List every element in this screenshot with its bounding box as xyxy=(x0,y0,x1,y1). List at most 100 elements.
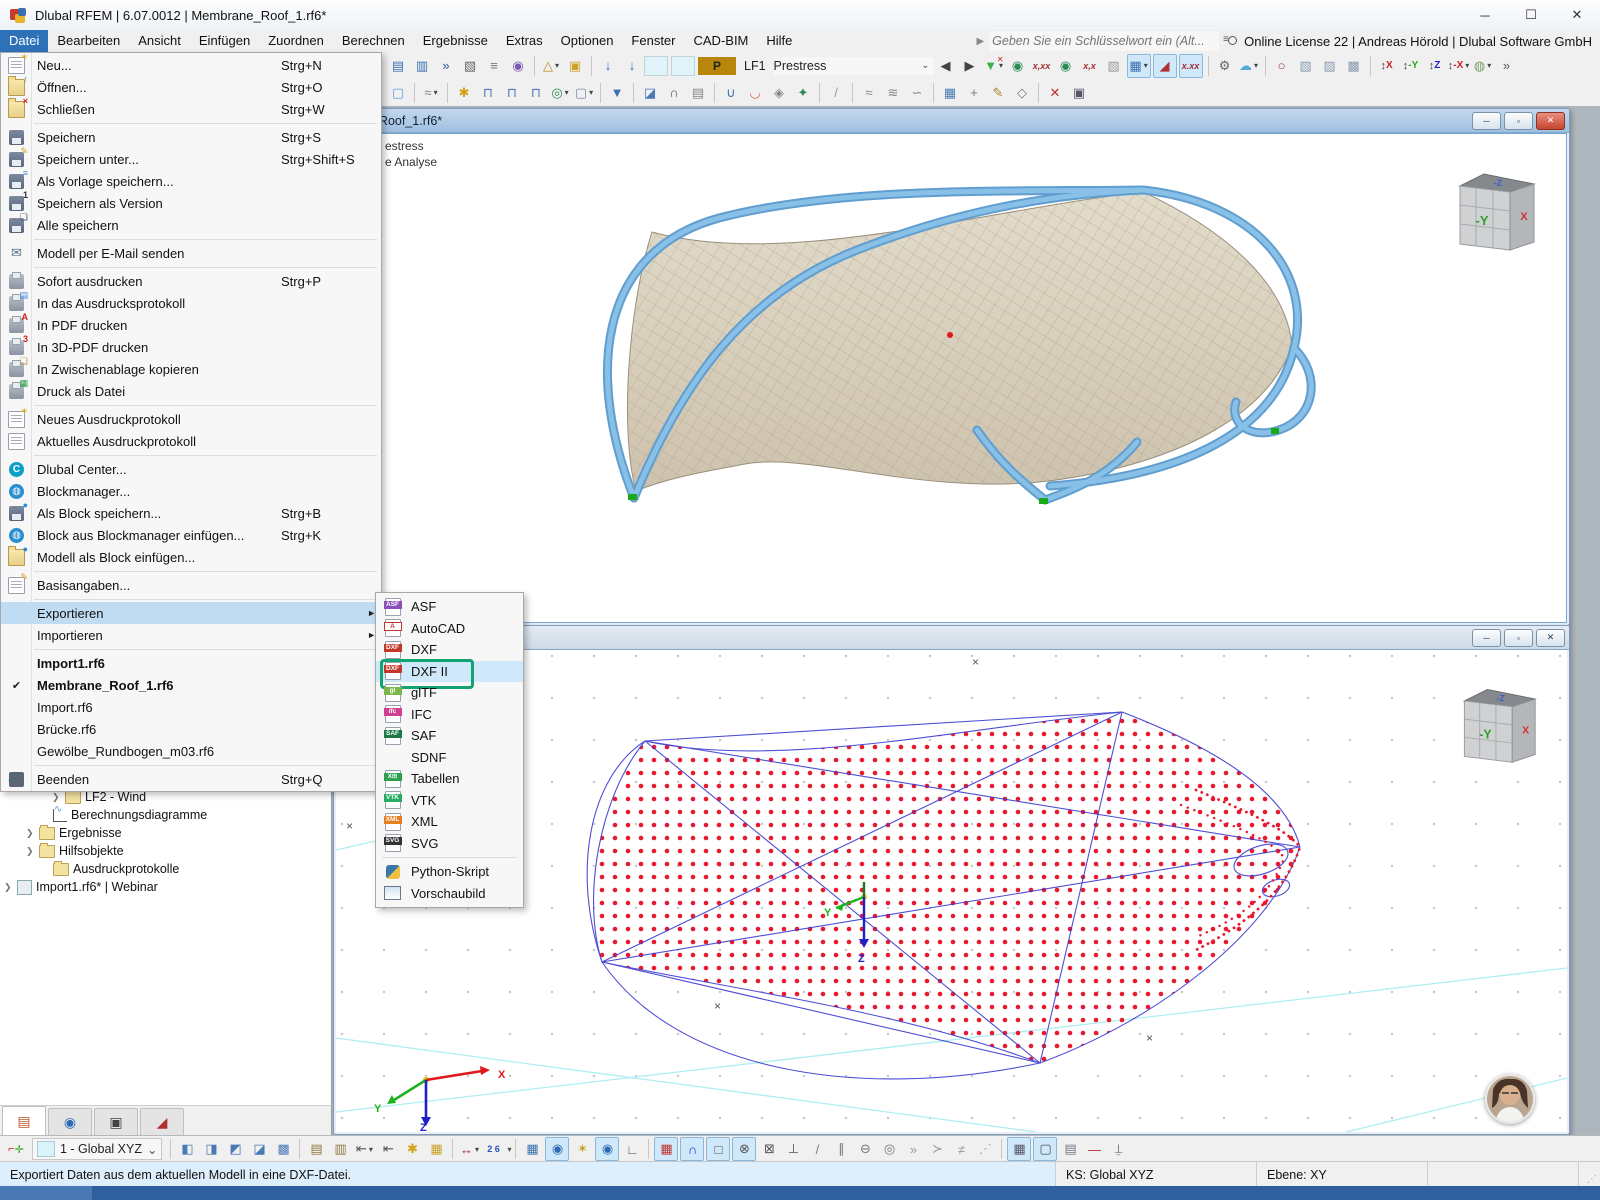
expand-arrow-icon[interactable]: ❯ xyxy=(4,882,13,893)
menu-item-modell-als-block-einfuegen[interactable]: Modell als Block einfügen... xyxy=(1,546,381,568)
menu-item-in-pdf-drucken[interactable]: In PDF drucken xyxy=(1,314,381,336)
view-z-icon[interactable]: ↕Z xyxy=(1424,55,1446,77)
loadcase-combobox[interactable]: Prestress⌄ xyxy=(774,57,934,75)
expand-arrow-icon[interactable]: ❯ xyxy=(26,846,35,857)
menubar-item-fenster[interactable]: Fenster xyxy=(622,30,684,52)
export-vorschaubild[interactable]: Vorschaubild xyxy=(376,883,523,905)
menu-item-als-block-speichern[interactable]: Als Block speichern...Strg+B xyxy=(1,502,381,524)
protocol-icon[interactable]: ≡ xyxy=(483,55,505,77)
menu-item-blockmanager[interactable]: ◍Blockmanager... xyxy=(1,480,381,502)
smooth-1-icon[interactable]: ≈ xyxy=(858,82,880,104)
new-block-icon[interactable]: ▢ xyxy=(387,82,409,104)
member-icon[interactable]: ⊓ xyxy=(477,82,499,104)
viewport2-restore-button[interactable]: ▫ xyxy=(1504,629,1533,647)
edit-view-icon[interactable]: ▨ xyxy=(1319,55,1341,77)
panel-icon[interactable]: ▧ xyxy=(1103,55,1125,77)
menubar-item-datei[interactable]: Datei xyxy=(0,30,48,52)
menubar-item-extras[interactable]: Extras xyxy=(497,30,552,52)
snapshot-icon[interactable]: ▣ xyxy=(1068,82,1090,104)
printout-report-icon[interactable]: ▥ xyxy=(411,55,433,77)
node-icon[interactable]: ✱ xyxy=(453,82,475,104)
angle-snap-icon[interactable]: ≻ xyxy=(926,1138,948,1160)
show-workplane-icon[interactable]: ▢ xyxy=(1033,1137,1057,1161)
coordinate-system-combobox[interactable]: 1 - Global XYZ⌄ xyxy=(32,1138,162,1160)
view-minus-y-icon[interactable]: ↕-Y xyxy=(1400,55,1422,77)
render-solid-icon[interactable]: ◈ xyxy=(768,82,790,104)
mirror-object-icon[interactable]: ◩ xyxy=(224,1138,246,1160)
tab-camera-navigator[interactable]: ▣ xyxy=(94,1108,138,1136)
rotate-object-icon[interactable]: ◨ xyxy=(200,1138,222,1160)
divide-snap-icon[interactable]: ≠ xyxy=(950,1138,972,1160)
nearest-snap-icon[interactable]: / xyxy=(806,1138,828,1160)
menu-item-schliessen[interactable]: SchließenStrg+W xyxy=(1,98,381,120)
menu-item-neues-ausdruckprotokoll[interactable]: Neues Ausdruckprotokoll xyxy=(1,408,381,430)
loadcase-swatch-1[interactable] xyxy=(644,56,668,76)
menu-item-basisangaben[interactable]: Basisangaben... xyxy=(1,574,381,596)
project-object-icon[interactable]: ◪ xyxy=(248,1138,270,1160)
section-icon[interactable]: ◎▾ xyxy=(549,82,571,104)
dimension-x-icon[interactable]: ⇤▾ xyxy=(353,1138,375,1160)
tree-item-berechnungsdiagramme[interactable]: Berechnungsdiagramme xyxy=(40,806,207,824)
menu-item-alle-speichern[interactable]: Alle speichern xyxy=(1,214,381,236)
result-diagram-icon[interactable]: ◢ xyxy=(1153,54,1177,78)
menu-item-in-das-ausdrucksprotokoll[interactable]: In das Ausdrucksprotokoll xyxy=(1,292,381,314)
animation-icon[interactable]: ▤ xyxy=(687,82,709,104)
cloud-icon[interactable]: ☁▾ xyxy=(1238,55,1260,77)
view-minus-x-icon[interactable]: ↕-X▾ xyxy=(1448,55,1470,77)
search-icon[interactable] xyxy=(1225,35,1238,48)
menu-item-recent-gewoelbe-rundbogen[interactable]: Gewölbe_Rundbogen_m03.rf6 xyxy=(1,740,381,762)
scale-object-icon[interactable]: ▩ xyxy=(272,1138,294,1160)
grid-points-icon[interactable]: ◉ xyxy=(545,1137,569,1161)
intersection-snap-icon[interactable]: ⊠ xyxy=(758,1138,780,1160)
viewport2-close-button[interactable]: ✕ xyxy=(1536,629,1565,647)
quadrant-snap-icon[interactable]: ◎ xyxy=(878,1138,900,1160)
navigation-cube[interactable]: -Y -Z X xyxy=(1446,162,1538,254)
menu-item-aktuelles-ausdruckprotokoll[interactable]: Aktuelles Ausdruckprotokoll xyxy=(1,430,381,452)
guideline-icon[interactable]: ✱ xyxy=(401,1138,423,1160)
tab-views-navigator[interactable]: ◉ xyxy=(48,1108,92,1136)
minimize-button[interactable]: ─ xyxy=(1462,0,1508,30)
walk-mode-icon[interactable]: ✦ xyxy=(792,82,814,104)
snap-grid-icon[interactable]: ▦ xyxy=(654,1137,678,1161)
menu-item-recent-import[interactable]: Import.rf6 xyxy=(1,696,381,718)
partial-view-icon[interactable]: ▼ xyxy=(606,82,628,104)
select-icon[interactable]: ▢▾ xyxy=(573,82,595,104)
permanent-load-button[interactable]: P xyxy=(698,57,736,75)
menu-item-in-zwischenablage-kopieren[interactable]: In Zwischenablage kopieren xyxy=(1,358,381,380)
toolbar-overflow-icon[interactable]: » xyxy=(1496,55,1518,77)
export-dxf-ii[interactable]: DXFDXF II xyxy=(376,661,523,683)
tree-item-ergebnisse[interactable]: ❯Ergebnisse xyxy=(26,824,122,842)
menubar-item-ergebnisse[interactable]: Ergebnisse xyxy=(414,30,497,52)
viewport-rendered-model[interactable]: brane_Roof_1.rf6* ─ ▫ ✕ estress e Analys… xyxy=(333,108,1570,626)
show-loads-icon[interactable]: ◉ xyxy=(1007,55,1029,77)
menubar-item-cad-bim[interactable]: CAD-BIM xyxy=(685,30,758,52)
diagram-window-icon[interactable]: ◪ xyxy=(639,82,661,104)
plane-snap-icon[interactable]: ⍊ xyxy=(1107,1138,1129,1160)
menu-item-neu[interactable]: Neu...Strg+N xyxy=(1,54,381,76)
dimension-xx-icon[interactable]: ⇤ xyxy=(377,1138,399,1160)
isometric-view-icon[interactable]: ▧ xyxy=(1295,55,1317,77)
menu-item-speichern[interactable]: SpeichernStrg+S xyxy=(1,126,381,148)
export-saf[interactable]: SAFSAF xyxy=(376,725,523,747)
tab-data-navigator[interactable]: ▤ xyxy=(2,1106,46,1136)
connect-members-icon[interactable]: ▤ xyxy=(305,1138,327,1160)
export-gltf[interactable]: glglTF xyxy=(376,682,523,704)
expand-arrow-icon[interactable]: ❯ xyxy=(26,828,35,839)
load-values-icon[interactable]: x,xx xyxy=(1031,55,1053,77)
menubar-item-berechnen[interactable]: Berechnen xyxy=(333,30,414,52)
diagram-values-icon[interactable]: x.xx xyxy=(1179,54,1203,78)
work-layer-icon[interactable]: 2 6 xyxy=(482,1138,504,1160)
result-values-icon[interactable]: x,x xyxy=(1079,55,1101,77)
export-xml[interactable]: XMLXML xyxy=(376,811,523,833)
export-tabellen[interactable]: X⊞Tabellen xyxy=(376,768,523,790)
mesh-node-icon[interactable]: + xyxy=(963,82,985,104)
export-asf[interactable]: ASFASF xyxy=(376,596,523,618)
render-canvas[interactable]: estress e Analyse xyxy=(336,133,1567,623)
show-grid-icon[interactable]: ▦ xyxy=(1007,1137,1031,1161)
previous-loadcase-icon[interactable]: ◀ xyxy=(935,55,957,77)
new-object-icon[interactable]: △▾ xyxy=(540,55,562,77)
menu-item-beenden[interactable]: BeendenStrg+Q xyxy=(1,768,381,790)
percent-snap-icon[interactable]: ⋰ xyxy=(974,1138,996,1160)
export-autocad[interactable]: AAutoCAD xyxy=(376,618,523,640)
section-line-icon[interactable]: — xyxy=(1083,1138,1105,1160)
